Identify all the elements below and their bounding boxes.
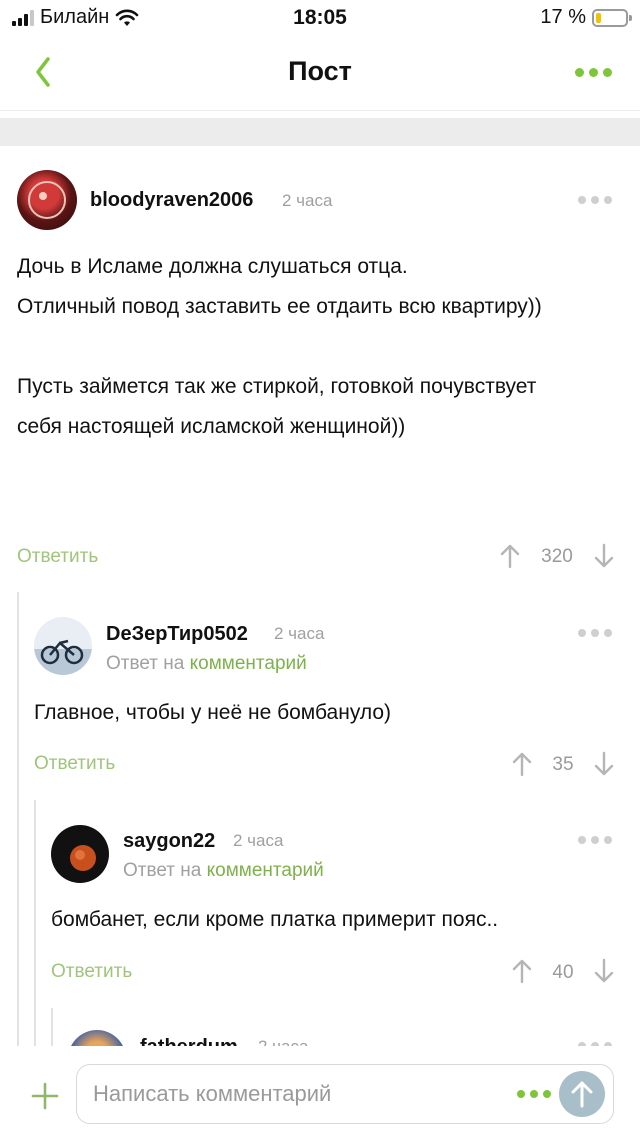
avatar[interactable] <box>34 617 92 675</box>
arrow-down-icon[interactable] <box>594 543 614 569</box>
arrow-up-icon[interactable] <box>512 958 532 984</box>
reply-button[interactable]: Ответить <box>51 961 132 983</box>
arrow-down-icon[interactable] <box>594 751 614 777</box>
comment-text: Дочь в Исламе должна слушаться отца. Отл… <box>17 255 542 438</box>
send-button[interactable] <box>559 1071 605 1117</box>
status-right: 17 % <box>540 6 632 29</box>
avatar[interactable] <box>51 825 109 883</box>
separator-band <box>0 118 640 146</box>
reply-button[interactable]: Ответить <box>34 753 115 775</box>
reply-link[interactable]: комментарий <box>207 860 324 881</box>
comment-time: 2 часа <box>282 191 333 210</box>
arrow-up-icon[interactable] <box>500 543 520 569</box>
comment-score: 40 <box>552 962 574 983</box>
comment-input-placeholder: Написать комментарий <box>93 1081 332 1106</box>
comment-text: бомбанет, если кроме платка примерит поя… <box>51 908 499 931</box>
more-dots-icon[interactable] <box>578 629 612 637</box>
plus-icon[interactable] <box>30 1081 60 1111</box>
more-dots-icon[interactable] <box>575 68 612 77</box>
more-dots-icon[interactable] <box>578 836 612 844</box>
reply-prefix: Ответ на <box>123 860 202 881</box>
comment-score: 35 <box>552 754 574 775</box>
thread-line <box>34 800 36 1052</box>
comment-input[interactable]: Написать комментарий <box>76 1064 614 1124</box>
arrow-up-icon <box>571 1081 593 1108</box>
comment-time: 2 часа <box>274 624 325 643</box>
reply-button[interactable]: Ответить <box>17 546 98 568</box>
reply-reference: Ответ на комментарий <box>106 653 307 675</box>
reply-link[interactable]: комментарий <box>190 653 307 674</box>
reply-reference: Ответ на комментарий <box>123 860 324 882</box>
battery-percent: 17 % <box>540 6 586 28</box>
page-title: Пост <box>288 56 352 86</box>
arrow-down-icon[interactable] <box>594 958 614 984</box>
username[interactable]: bloodyraven2006 <box>90 189 253 212</box>
comment-text: Главное, чтобы у неё не бомбануло) <box>34 701 392 724</box>
avatar[interactable] <box>17 170 77 230</box>
reply-prefix: Ответ на <box>106 653 185 674</box>
thread-line <box>17 592 19 1052</box>
battery-icon <box>592 8 632 27</box>
more-dots-icon[interactable] <box>517 1090 551 1098</box>
comment-score: 320 <box>541 546 573 567</box>
status-bar: Билайн 18:05 17 % <box>0 0 640 36</box>
more-dots-icon[interactable] <box>578 196 612 204</box>
nav-bar: Пост <box>0 36 640 111</box>
username[interactable]: saygon22 <box>123 830 215 853</box>
username[interactable]: DeЗерТир0502 <box>106 623 248 646</box>
comment-time: 2 часа <box>233 831 284 850</box>
arrow-up-icon[interactable] <box>512 751 532 777</box>
